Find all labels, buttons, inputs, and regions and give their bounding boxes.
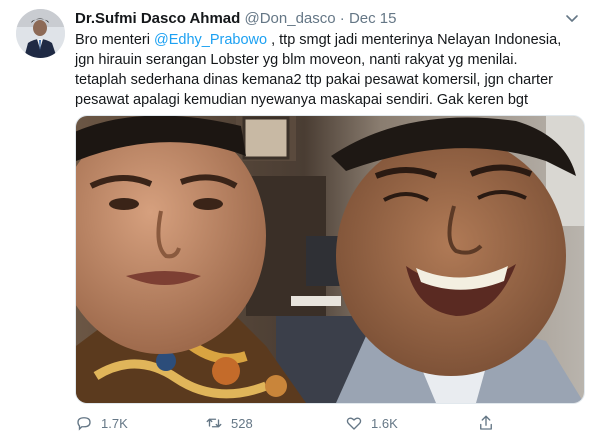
author-name[interactable]: Dr.Sufmi Dasco Ahmad [75, 10, 240, 27]
reply-button[interactable]: 1.7K [75, 414, 128, 432]
tweet-card[interactable]: Dr.Sufmi Dasco Ahmad @Don_dasco · Dec 15… [0, 0, 594, 431]
tweet-text-segment: Bro menteri [75, 32, 154, 48]
tweet-actions: 1.7K 528 1.6K [75, 414, 575, 434]
share-icon [480, 415, 492, 430]
retweet-button[interactable]: 528 [205, 414, 253, 432]
tweet-text-line-1: Bro menteri @Edhy_Prabowo , ttp smgt jad… [75, 30, 580, 50]
avatar-image [16, 9, 65, 58]
tweet-header: Dr.Sufmi Dasco Ahmad @Don_dasco · Dec 15 [75, 9, 574, 29]
avatar[interactable] [16, 9, 65, 58]
tweet-text-line-3: tetaplah sederhana dinas kemana2 ttp pak… [75, 72, 553, 88]
like-button[interactable]: 1.6K [345, 414, 398, 432]
share-button[interactable] [477, 414, 495, 432]
heart-icon [346, 417, 362, 430]
tweet-photo[interactable] [75, 115, 585, 404]
retweet-icon [206, 418, 222, 428]
tweet-text-line-4: pesawat apalagi kemudian nyewanya maskap… [75, 92, 528, 108]
separator-dot: · [339, 10, 345, 27]
reply-count: 1.7K [101, 415, 128, 431]
tweet-text-line-2: jgn hirauin serangan Lobster yg blm move… [75, 52, 518, 68]
reply-icon [77, 417, 91, 431]
chevron-down-icon[interactable] [564, 10, 580, 26]
retweet-count: 528 [231, 415, 253, 431]
tweet-date[interactable]: Dec 15 [349, 10, 397, 27]
tweet-text: Bro menteri @Edhy_Prabowo , ttp smgt jad… [75, 30, 580, 110]
author-handle[interactable]: @Don_dasco [245, 10, 336, 27]
mention-link[interactable]: @Edhy_Prabowo [154, 32, 267, 48]
like-count: 1.6K [371, 415, 398, 431]
tweet-text-segment: , ttp smgt jadi menterinya Nelayan Indon… [267, 32, 562, 48]
selfie-photo [76, 116, 584, 403]
